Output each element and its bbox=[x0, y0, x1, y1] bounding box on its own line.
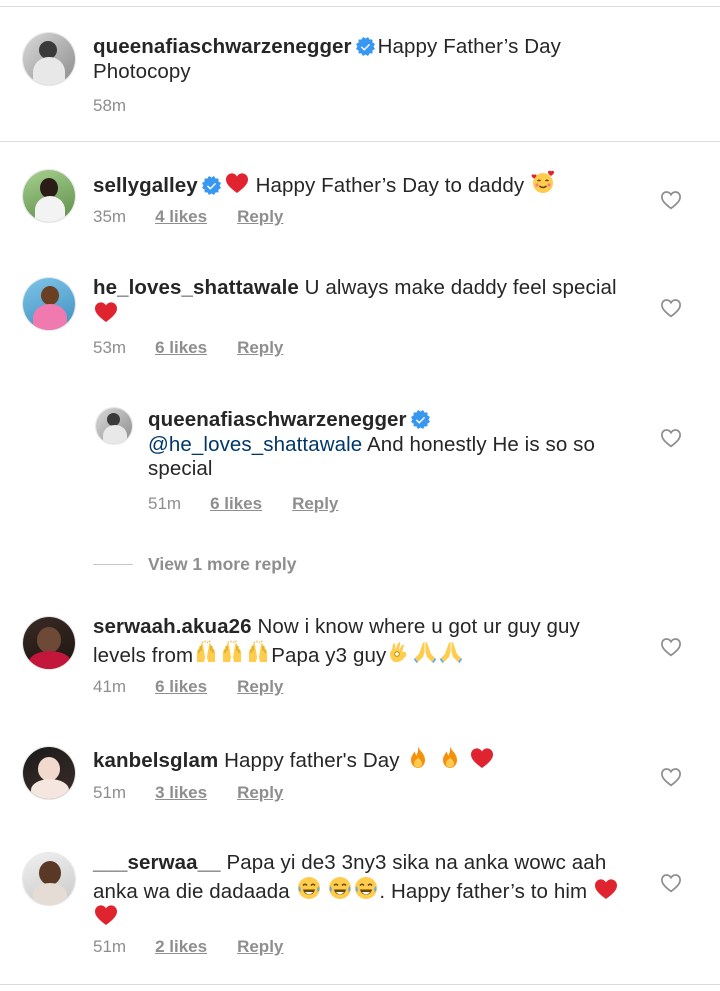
comment-text: ___serwaa__ Papa yi de3 3ny3 sika na ank… bbox=[93, 851, 633, 931]
mention-link[interactable]: @he_loves_shattawale bbox=[148, 433, 362, 456]
comment-body: Happy Father’s Day to daddy bbox=[255, 174, 525, 197]
timestamp: 58m bbox=[93, 96, 127, 115]
username[interactable]: he_loves_shattawale bbox=[93, 276, 299, 299]
fire-icon bbox=[406, 745, 430, 769]
red-heart-icon bbox=[470, 747, 494, 769]
comment-text: sellygalley Happy Father’s Day to daddy bbox=[93, 170, 633, 199]
folded-hands-icon bbox=[439, 640, 463, 664]
likes-link[interactable]: 6 likes bbox=[155, 338, 207, 358]
avatar[interactable] bbox=[22, 746, 76, 800]
comment-body: Happy father's Day bbox=[224, 749, 400, 772]
bottom-divider bbox=[0, 984, 720, 985]
raised-hands-icon bbox=[246, 640, 270, 664]
reply-button[interactable]: Reply bbox=[237, 207, 283, 227]
view-more-line bbox=[93, 564, 133, 565]
timestamp: 51m bbox=[93, 937, 127, 956]
likes-link[interactable]: 3 likes bbox=[155, 783, 207, 803]
comment-meta: 35m 4 likes Reply bbox=[93, 207, 283, 227]
like-heart-icon[interactable] bbox=[660, 298, 682, 318]
comment-body-2: . Happy father’s to him bbox=[379, 879, 588, 903]
comment-body: U always make daddy feel special bbox=[304, 276, 617, 299]
likes-link[interactable]: 2 likes bbox=[155, 937, 207, 957]
like-heart-icon[interactable] bbox=[660, 428, 682, 448]
reply-button[interactable]: Reply bbox=[237, 937, 283, 957]
likes-link[interactable]: 6 likes bbox=[210, 494, 262, 514]
like-heart-icon[interactable] bbox=[660, 767, 682, 787]
avatar[interactable] bbox=[22, 169, 76, 223]
folded-hands-icon bbox=[413, 640, 437, 664]
raised-hands-icon bbox=[220, 640, 244, 664]
verified-icon bbox=[356, 37, 375, 56]
red-heart-icon bbox=[594, 878, 618, 900]
like-heart-icon[interactable] bbox=[660, 873, 682, 893]
reply-button[interactable]: Reply bbox=[237, 338, 283, 358]
likes-link[interactable]: 6 likes bbox=[155, 677, 207, 697]
comment-meta: 51m 3 likes Reply bbox=[93, 783, 283, 803]
username[interactable]: queenafiaschwarzenegger bbox=[93, 35, 352, 58]
tears-of-joy-icon bbox=[354, 876, 378, 900]
top-divider bbox=[0, 6, 720, 7]
timestamp: 35m bbox=[93, 207, 127, 226]
username[interactable]: queenafiaschwarzenegger bbox=[148, 408, 407, 431]
view-more-replies-button[interactable]: View 1 more reply bbox=[93, 554, 297, 575]
raised-hands-icon bbox=[194, 640, 218, 664]
comment-text: serwaah.akua26 Now i know where u got ur… bbox=[93, 615, 633, 668]
timestamp: 51m bbox=[93, 783, 127, 802]
verified-icon bbox=[202, 176, 221, 195]
like-heart-icon[interactable] bbox=[660, 637, 682, 657]
username[interactable]: sellygalley bbox=[93, 174, 198, 197]
caption-text: queenafiaschwarzenegger Happy Father’s Da… bbox=[93, 35, 633, 84]
reply-button[interactable]: Reply bbox=[292, 494, 338, 514]
comment-text: queenafiaschwarzenegger @he_loves_shattaw… bbox=[148, 408, 628, 482]
view-more-label: View 1 more reply bbox=[148, 554, 297, 574]
comment-meta: 51m 6 likes Reply bbox=[148, 494, 338, 514]
likes-link[interactable]: 4 likes bbox=[155, 207, 207, 227]
caption-meta: 58m bbox=[93, 96, 155, 116]
avatar[interactable] bbox=[22, 616, 76, 670]
red-heart-icon bbox=[94, 301, 118, 323]
tears-of-joy-icon bbox=[328, 876, 352, 900]
timestamp: 51m bbox=[148, 494, 182, 513]
timestamp: 41m bbox=[93, 677, 127, 696]
comment-text: he_loves_shattawale U always make daddy … bbox=[93, 276, 633, 327]
timestamp: 53m bbox=[93, 338, 127, 357]
tears-of-joy-icon bbox=[297, 876, 321, 900]
divider bbox=[0, 141, 720, 142]
red-heart-icon bbox=[94, 904, 118, 926]
avatar[interactable] bbox=[22, 32, 76, 86]
avatar[interactable] bbox=[22, 277, 76, 331]
ok-hand-icon bbox=[387, 640, 411, 664]
username[interactable]: kanbelsglam bbox=[93, 749, 218, 772]
comment-body-2: Papa y3 guy bbox=[271, 643, 387, 667]
fire-icon bbox=[438, 745, 462, 769]
comment-meta: 53m 6 likes Reply bbox=[93, 338, 283, 358]
verified-icon bbox=[411, 410, 430, 429]
avatar[interactable] bbox=[95, 407, 133, 445]
username[interactable]: serwaah.akua26 bbox=[93, 615, 252, 638]
reply-button[interactable]: Reply bbox=[237, 677, 283, 697]
like-heart-icon[interactable] bbox=[660, 190, 682, 210]
comment-meta: 51m 2 likes Reply bbox=[93, 937, 283, 957]
comment-meta: 41m 6 likes Reply bbox=[93, 677, 283, 697]
red-heart-icon bbox=[225, 172, 249, 194]
avatar[interactable] bbox=[22, 852, 76, 906]
username[interactable]: ___serwaa__ bbox=[93, 851, 221, 874]
smiling-face-with-hearts-icon bbox=[531, 170, 555, 194]
reply-button[interactable]: Reply bbox=[237, 783, 283, 803]
comment-text: kanbelsglam Happy father's Day bbox=[93, 745, 633, 774]
